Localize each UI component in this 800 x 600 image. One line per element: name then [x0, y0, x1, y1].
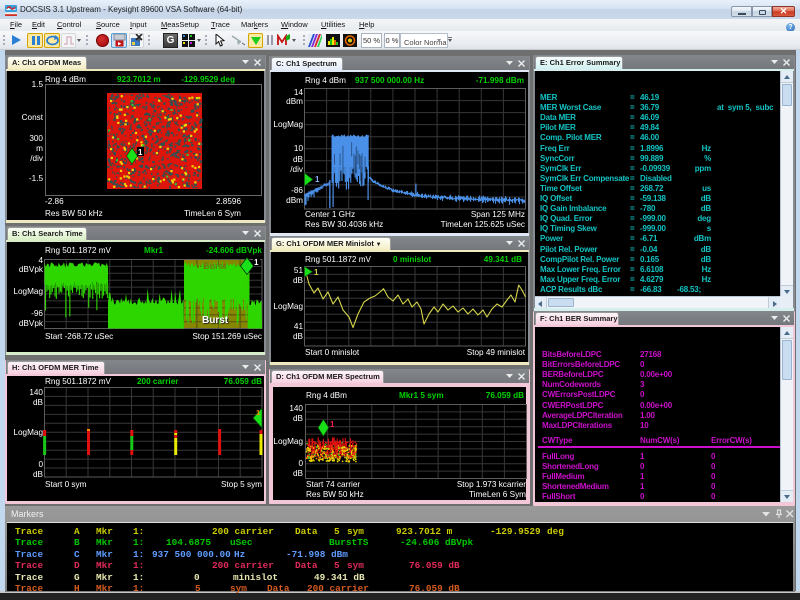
svg-text:1: 1 [138, 148, 143, 157]
svg-text:Burst: Burst [202, 315, 229, 326]
svg-text:1: 1 [330, 420, 335, 429]
svg-text:Burst: Burst [203, 261, 227, 271]
svg-text:1: 1 [256, 408, 260, 417]
svg-text:1: 1 [314, 268, 319, 277]
svg-text:1: 1 [254, 258, 259, 267]
svg-text:1: 1 [315, 175, 320, 184]
